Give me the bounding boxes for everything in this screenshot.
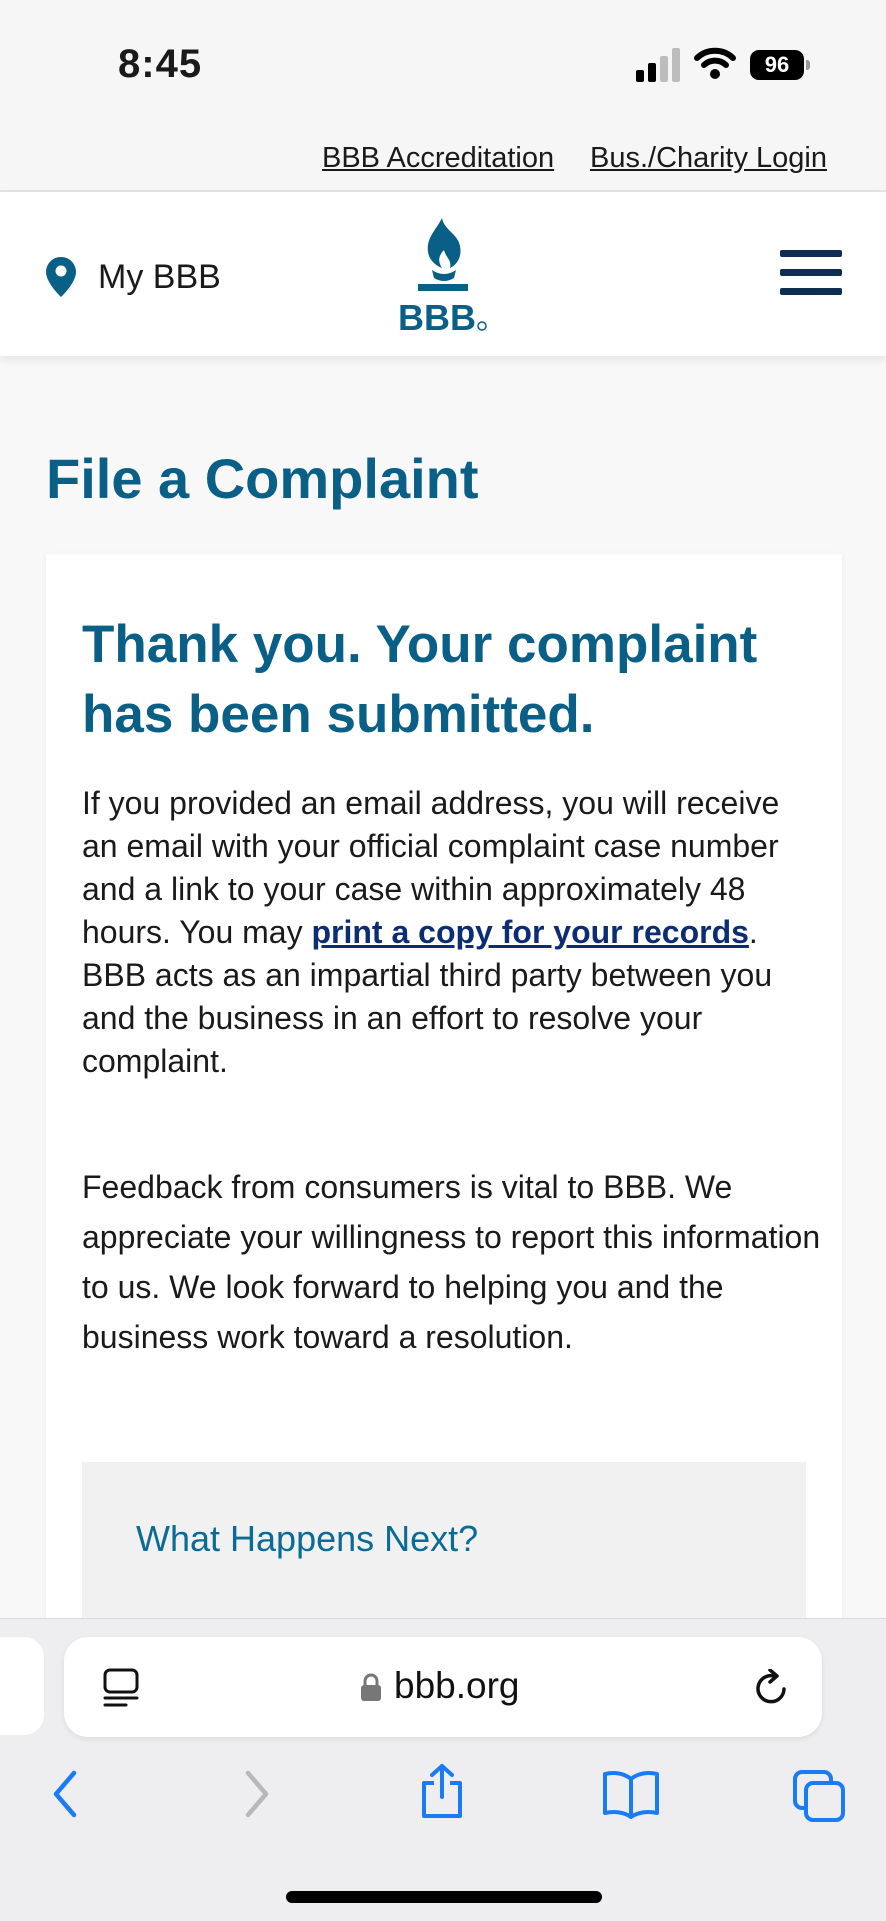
- print-copy-link[interactable]: print a copy for your records: [311, 914, 748, 950]
- battery-icon: 96: [750, 50, 812, 80]
- forward-icon[interactable]: [242, 1769, 272, 1819]
- confirmation-card: Thank you. Your complaint has been submi…: [46, 554, 842, 1662]
- previous-tab-preview[interactable]: [0, 1637, 44, 1735]
- home-indicator: [286, 1891, 602, 1903]
- tabs-icon[interactable]: [792, 1769, 846, 1823]
- address-bar[interactable]: bbb.org: [64, 1637, 822, 1737]
- feedback-message: Feedback from consumers is vital to BBB.…: [82, 1169, 821, 1355]
- utility-nav: BBB Accreditation Bus./Charity Login: [0, 120, 886, 192]
- back-icon[interactable]: [50, 1769, 80, 1819]
- bbb-torch-logo[interactable]: BBB: [396, 218, 490, 336]
- reader-mode-icon[interactable]: [102, 1667, 140, 1709]
- confirmation-message: If you provided an email address, you wi…: [82, 782, 822, 1083]
- hamburger-menu-icon[interactable]: [780, 250, 842, 300]
- cellular-signal-icon: [636, 48, 680, 82]
- bbb-accreditation-link[interactable]: BBB Accreditation: [322, 142, 554, 175]
- my-bbb-label: My BBB: [98, 257, 221, 296]
- page-title: File a Complaint: [46, 447, 479, 510]
- status-bar: 8:45 96: [0, 0, 886, 120]
- share-icon[interactable]: [418, 1763, 466, 1819]
- confirmation-heading: Thank you. Your complaint has been submi…: [82, 615, 758, 744]
- browser-toolbar: bbb.org: [0, 1618, 886, 1921]
- url-text[interactable]: bbb.org: [394, 1665, 520, 1707]
- reload-icon[interactable]: [754, 1669, 790, 1707]
- battery-level: 96: [750, 50, 804, 80]
- wifi-icon: [694, 47, 736, 79]
- status-time: 8:45: [118, 42, 203, 86]
- site-header: My BBB BBB: [0, 192, 886, 356]
- bookmarks-icon[interactable]: [602, 1769, 660, 1819]
- logo-text: BBB: [398, 297, 476, 336]
- lock-icon: [361, 1673, 381, 1701]
- what-happens-next-heading[interactable]: What Happens Next?: [136, 1518, 478, 1560]
- location-pin-icon: [46, 257, 76, 297]
- my-bbb-button[interactable]: My BBB: [46, 257, 221, 297]
- business-login-link[interactable]: Bus./Charity Login: [590, 142, 827, 175]
